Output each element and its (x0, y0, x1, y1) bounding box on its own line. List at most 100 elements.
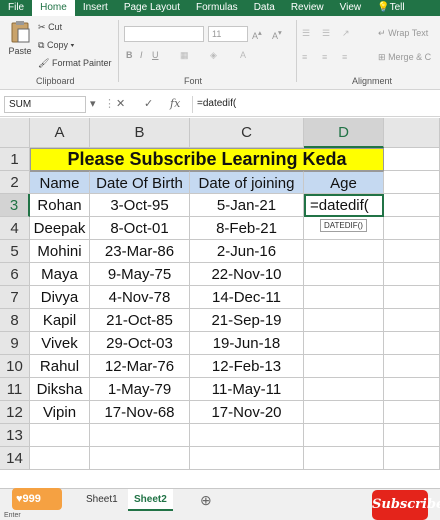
grow-font-button[interactable]: A▴ (252, 28, 262, 41)
column-header-d[interactable]: D (304, 118, 384, 148)
table-cell-doj[interactable]: 8-Feb-21 (190, 217, 304, 240)
cell[interactable] (190, 447, 304, 470)
cell[interactable] (304, 240, 384, 263)
font-name-select[interactable] (124, 26, 204, 42)
table-cell-name[interactable]: Deepak (30, 217, 90, 240)
shrink-font-button[interactable]: A▾ (272, 28, 282, 41)
table-cell-dob[interactable]: 8-Oct-01 (90, 217, 190, 240)
cell[interactable] (304, 286, 384, 309)
name-box[interactable]: SUM (4, 96, 86, 113)
tab-home[interactable]: Home (32, 0, 75, 16)
paste-button[interactable]: Paste (6, 20, 34, 56)
cell[interactable] (384, 355, 440, 378)
table-cell-doj[interactable]: 21-Sep-19 (190, 309, 304, 332)
row-header-5[interactable]: 5 (0, 240, 30, 263)
table-cell-doj[interactable]: 5-Jan-21 (190, 194, 304, 217)
tab-insert[interactable]: Insert (75, 0, 116, 16)
row-header-13[interactable]: 13 (0, 424, 30, 447)
table-cell-doj[interactable]: 19-Jun-18 (190, 332, 304, 355)
cell[interactable] (384, 401, 440, 424)
table-cell-dob[interactable]: 21-Oct-85 (90, 309, 190, 332)
underline-button[interactable]: U (152, 50, 159, 60)
tab-data[interactable]: Data (246, 0, 283, 16)
table-cell-dob[interactable]: 29-Oct-03 (90, 332, 190, 355)
borders-button[interactable]: ▦ (180, 50, 189, 61)
table-cell-doj[interactable]: 11-May-11 (190, 378, 304, 401)
row-header-9[interactable]: 9 (0, 332, 30, 355)
row-header-2[interactable]: 2 (0, 171, 30, 194)
table-cell-name[interactable]: Rohan (30, 194, 90, 217)
header-cell-dob[interactable]: Date Of Birth (90, 171, 190, 194)
row-header-10[interactable]: 10 (0, 355, 30, 378)
cell[interactable] (384, 263, 440, 286)
header-cell-age[interactable]: Age (304, 171, 384, 194)
wrap-text-button[interactable]: ↵ Wrap Text (378, 28, 428, 39)
cell[interactable] (30, 424, 90, 447)
cell[interactable] (384, 240, 440, 263)
align-left-button[interactable]: ≡ (302, 52, 307, 62)
header-cell-doj[interactable]: Date of joining (190, 171, 304, 194)
table-cell-dob[interactable]: 3-Oct-95 (90, 194, 190, 217)
cell[interactable] (384, 378, 440, 401)
bold-button[interactable]: B (126, 50, 133, 60)
chevron-down-icon[interactable]: ▾ (90, 97, 96, 110)
orientation-button[interactable]: ↗ (342, 28, 350, 39)
table-cell-name[interactable]: Kapil (30, 309, 90, 332)
add-sheet-icon[interactable]: ⊕ (194, 489, 218, 511)
table-cell-name[interactable]: Divya (30, 286, 90, 309)
table-cell-name[interactable]: Rahul (30, 355, 90, 378)
function-tooltip[interactable]: DATEDIF() (320, 219, 367, 232)
fx-icon[interactable]: fx (170, 97, 180, 110)
tab-review[interactable]: Review (283, 0, 332, 16)
italic-button[interactable]: I (140, 50, 143, 60)
tab-formulas[interactable]: Formulas (188, 0, 246, 16)
cancel-icon[interactable]: ✕ (116, 97, 125, 110)
cell[interactable] (304, 447, 384, 470)
align-center-button[interactable]: ≡ (322, 52, 327, 62)
column-header-e[interactable] (384, 118, 440, 148)
table-cell-doj[interactable]: 12-Feb-13 (190, 355, 304, 378)
table-cell-name[interactable]: Maya (30, 263, 90, 286)
row-header-4[interactable]: 4 (0, 217, 30, 240)
copy-button[interactable]: ⧉ Copy ▾ (38, 40, 74, 51)
table-cell-dob[interactable]: 23-Mar-86 (90, 240, 190, 263)
row-header-8[interactable]: 8 (0, 309, 30, 332)
table-cell-name[interactable]: Vivek (30, 332, 90, 355)
cell[interactable] (384, 309, 440, 332)
tab-tell-me[interactable]: 💡Tell (369, 0, 412, 16)
table-cell-doj[interactable]: 2-Jun-16 (190, 240, 304, 263)
row-header-6[interactable]: 6 (0, 263, 30, 286)
cell[interactable] (384, 447, 440, 470)
tab-view[interactable]: View (332, 0, 370, 16)
align-right-button[interactable]: ≡ (342, 52, 347, 62)
table-cell-dob[interactable]: 9-May-75 (90, 263, 190, 286)
row-header-1[interactable]: 1 (0, 148, 30, 171)
fill-color-button[interactable]: ◈ (210, 50, 217, 61)
merge-center-button[interactable]: ⊞ Merge & C (378, 52, 431, 63)
table-cell-doj[interactable]: 17-Nov-20 (190, 401, 304, 424)
column-header-c[interactable]: C (190, 118, 304, 148)
table-cell-dob[interactable]: 17-Nov-68 (90, 401, 190, 424)
column-header-b[interactable]: B (90, 118, 190, 148)
align-top-button[interactable]: ☰ (302, 28, 310, 39)
sheet-tab-sheet1[interactable]: Sheet1 (80, 489, 124, 511)
tab-file[interactable]: File (0, 0, 32, 16)
sheet-tab-sheet2[interactable]: Sheet2 (128, 489, 173, 511)
cell[interactable] (384, 286, 440, 309)
active-cell-d3[interactable]: =datedif( (304, 194, 384, 217)
table-cell-name[interactable]: Mohini (30, 240, 90, 263)
header-cell-name[interactable]: Name (30, 171, 90, 194)
cell[interactable] (304, 424, 384, 447)
table-cell-name[interactable]: Vipin (30, 401, 90, 424)
table-cell-dob[interactable]: 4-Nov-78 (90, 286, 190, 309)
cell[interactable] (384, 332, 440, 355)
cell[interactable] (90, 424, 190, 447)
cell[interactable] (90, 447, 190, 470)
check-icon[interactable]: ✓ (144, 97, 153, 110)
cell[interactable] (30, 447, 90, 470)
row-header-14[interactable]: 14 (0, 447, 30, 470)
title-cell[interactable]: Please Subscribe Learning Keda (30, 148, 384, 171)
subscribe-button[interactable]: Subscribe (372, 490, 440, 520)
table-cell-dob[interactable]: 1-May-79 (90, 378, 190, 401)
cell[interactable] (304, 401, 384, 424)
